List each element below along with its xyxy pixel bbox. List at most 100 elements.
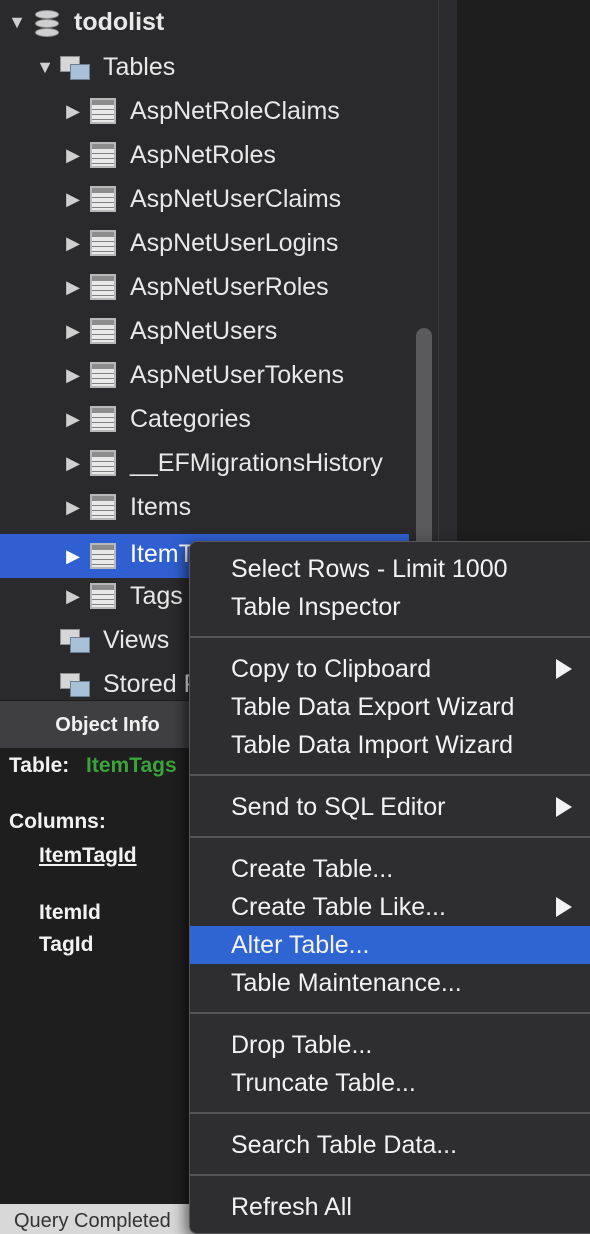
menu-separator	[190, 836, 590, 838]
stored-procedures-folder-icon	[60, 673, 90, 697]
menu-item-export-wizard[interactable]: Table Data Export Wizard	[190, 688, 590, 726]
views-folder-label: Views	[103, 626, 170, 654]
table-icon	[90, 494, 116, 520]
menu-separator	[190, 636, 590, 638]
disclosure-down-icon[interactable]: ▼	[8, 12, 26, 32]
table-name: AspNetUsers	[130, 317, 278, 345]
disclosure-right-icon[interactable]: ▶	[64, 409, 82, 429]
menu-item-label: Table Inspector	[231, 593, 401, 621]
menu-item-table-inspector[interactable]: Table Inspector	[190, 588, 590, 626]
menu-item-refresh-all[interactable]: Refresh All	[190, 1188, 590, 1226]
disclosure-right-icon[interactable]: ▶	[64, 189, 82, 209]
menu-item-label: Search Table Data...	[231, 1131, 458, 1159]
menu-item-label: Alter Table...	[231, 931, 370, 959]
menu-item-label: Send to SQL Editor	[231, 793, 446, 821]
menu-item-label: Refresh All	[231, 1193, 352, 1221]
menu-item-label: Select Rows - Limit 1000	[231, 555, 508, 583]
tables-folder-icon	[60, 56, 90, 80]
table-icon	[90, 142, 116, 168]
tables-folder-label: Tables	[103, 53, 176, 81]
submenu-arrow-icon	[556, 797, 572, 817]
table-icon	[90, 230, 116, 256]
menu-item-label: Table Data Import Wizard	[231, 731, 514, 759]
tree-table-row[interactable]: ▶ AspNetUserLogins	[0, 221, 409, 265]
menu-separator	[190, 774, 590, 776]
menu-item-label: Drop Table...	[231, 1031, 373, 1059]
menu-separator	[190, 1012, 590, 1014]
table-icon	[90, 186, 116, 212]
table-icon	[90, 543, 116, 569]
table-name: AspNetUserLogins	[130, 229, 339, 257]
disclosure-right-icon[interactable]: ▶	[64, 233, 82, 253]
tab-object-info[interactable]: Object Info	[0, 701, 215, 749]
disclosure-right-icon[interactable]: ▶	[64, 586, 82, 606]
tree-table-row[interactable]: ▶ AspNetUsers	[0, 309, 409, 353]
menu-item-table-maintenance[interactable]: Table Maintenance...	[190, 964, 590, 1002]
columns-label: Columns:	[9, 810, 106, 833]
submenu-arrow-icon	[556, 897, 572, 917]
table-icon	[90, 406, 116, 432]
disclosure-right-icon[interactable]: ▶	[64, 546, 82, 566]
context-menu: Select Rows - Limit 1000 Table Inspector…	[189, 541, 590, 1234]
tree-folder-tables[interactable]: ▼ Tables	[0, 45, 409, 89]
menu-item-label: Create Table Like...	[231, 893, 446, 921]
tree-table-row[interactable]: ▶ AspNetUserClaims	[0, 177, 409, 221]
disclosure-right-icon[interactable]: ▶	[64, 101, 82, 121]
menu-separator	[190, 1174, 590, 1176]
menu-item-label: Copy to Clipboard	[231, 655, 432, 683]
table-label: Table:	[9, 754, 70, 777]
tree-table-row[interactable]: ▶ Categories	[0, 397, 409, 441]
table-icon	[90, 450, 116, 476]
table-name: AspNetRoles	[130, 141, 276, 169]
table-icon	[90, 274, 116, 300]
menu-item-search-table-data[interactable]: Search Table Data...	[190, 1126, 590, 1164]
table-name: __EFMigrationsHistory	[130, 449, 383, 477]
tree-table-row[interactable]: ▶ AspNetRoleClaims	[0, 89, 409, 133]
table-name: AspNetUserClaims	[130, 185, 342, 213]
table-icon	[90, 318, 116, 344]
table-icon	[90, 98, 116, 124]
menu-item-label: Create Table...	[231, 855, 394, 883]
disclosure-right-icon[interactable]: ▶	[64, 145, 82, 165]
menu-item-send-to-sql-editor[interactable]: Send to SQL Editor	[190, 788, 590, 826]
disclosure-right-icon[interactable]: ▶	[64, 497, 82, 517]
column-name: TagId	[39, 933, 94, 956]
menu-item-select-rows[interactable]: Select Rows - Limit 1000	[190, 550, 590, 588]
menu-item-label: Truncate Table...	[231, 1069, 416, 1097]
table-name: AspNetUserRoles	[130, 273, 329, 301]
table-icon	[90, 362, 116, 388]
tree-table-row[interactable]: ▶ AspNetUserTokens	[0, 353, 409, 397]
tree-table-row[interactable]: ▶ AspNetUserRoles	[0, 265, 409, 309]
disclosure-right-icon[interactable]: ▶	[64, 365, 82, 385]
menu-item-create-table[interactable]: Create Table...	[190, 850, 590, 888]
table-name: Tags	[130, 582, 183, 610]
disclosure-right-icon[interactable]: ▶	[64, 277, 82, 297]
views-folder-icon	[60, 629, 90, 653]
table-name: Items	[130, 493, 192, 521]
menu-item-import-wizard[interactable]: Table Data Import Wizard	[190, 726, 590, 764]
disclosure-down-icon[interactable]: ▼	[36, 57, 54, 77]
disclosure-right-icon[interactable]: ▶	[64, 321, 82, 341]
table-icon	[90, 583, 116, 609]
disclosure-right-icon[interactable]: ▶	[64, 453, 82, 473]
tree-table-row[interactable]: ▶ AspNetRoles	[0, 133, 409, 177]
menu-item-drop-table[interactable]: Drop Table...	[190, 1026, 590, 1064]
submenu-arrow-icon	[556, 659, 572, 679]
column-name: ItemId	[39, 901, 101, 924]
menu-separator	[190, 1112, 590, 1114]
table-name: AspNetUserTokens	[130, 361, 344, 389]
table-name-value: ItemTags	[86, 754, 177, 777]
tree-table-row[interactable]: ▶ Items	[0, 485, 409, 529]
menu-item-alter-table[interactable]: Alter Table...	[190, 926, 590, 964]
menu-item-create-table-like[interactable]: Create Table Like...	[190, 888, 590, 926]
menu-item-copy-to-clipboard[interactable]: Copy to Clipboard	[190, 650, 590, 688]
tree-db-todolist[interactable]: ▼ todolist	[0, 0, 409, 44]
database-name: todolist	[74, 8, 165, 36]
database-icon	[35, 10, 59, 40]
table-name: AspNetRoleClaims	[130, 97, 340, 125]
menu-item-label: Table Data Export Wizard	[231, 693, 515, 721]
table-name: Categories	[130, 405, 251, 433]
tree-table-row[interactable]: ▶ __EFMigrationsHistory	[0, 441, 409, 485]
menu-item-truncate-table[interactable]: Truncate Table...	[190, 1064, 590, 1102]
column-name-primary-key: ItemTagId	[39, 844, 137, 867]
